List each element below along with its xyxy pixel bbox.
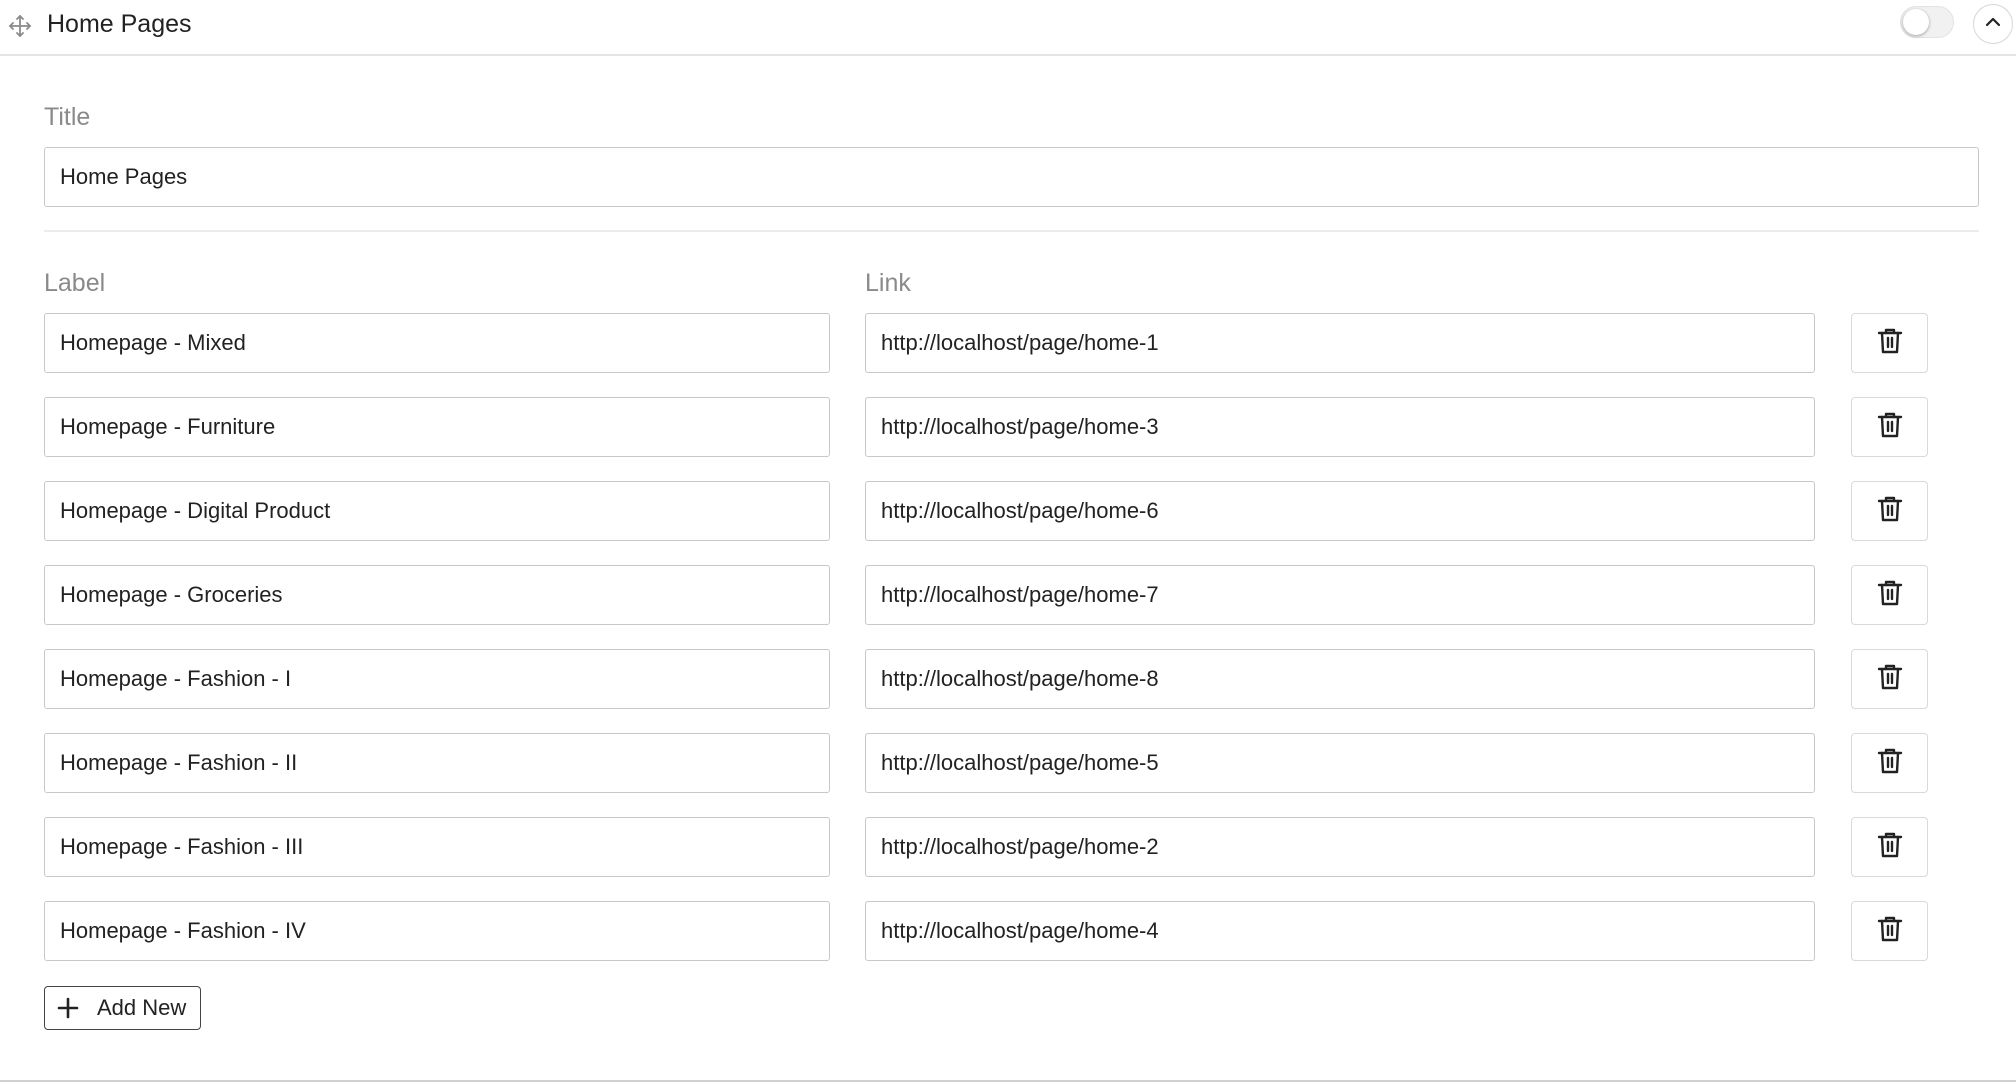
link-row — [0, 733, 2016, 793]
collapse-button[interactable] — [1973, 4, 2013, 44]
title-input[interactable] — [44, 147, 1979, 207]
label-input[interactable] — [44, 733, 830, 793]
delete-button[interactable] — [1851, 733, 1928, 793]
trash-icon — [1876, 578, 1904, 613]
link-input[interactable] — [865, 313, 1815, 373]
plus-icon — [56, 996, 80, 1020]
section-title: Home Pages — [47, 10, 192, 38]
link-input[interactable] — [865, 901, 1815, 961]
delete-button[interactable] — [1851, 397, 1928, 457]
title-label: Title — [44, 103, 91, 131]
delete-button[interactable] — [1851, 901, 1928, 961]
link-column-header: Link — [865, 269, 911, 297]
move-arrows-icon[interactable] — [8, 14, 32, 38]
label-input[interactable] — [44, 649, 830, 709]
enable-toggle[interactable] — [1900, 6, 1954, 38]
link-input[interactable] — [865, 733, 1815, 793]
add-new-button[interactable]: Add New — [44, 986, 201, 1030]
delete-button[interactable] — [1851, 481, 1928, 541]
link-row — [0, 565, 2016, 625]
trash-icon — [1876, 830, 1904, 865]
delete-button[interactable] — [1851, 649, 1928, 709]
label-input[interactable] — [44, 481, 830, 541]
label-input[interactable] — [44, 901, 830, 961]
link-input[interactable] — [865, 565, 1815, 625]
link-row — [0, 901, 2016, 961]
delete-button[interactable] — [1851, 565, 1928, 625]
link-row — [0, 649, 2016, 709]
section-header: Home Pages — [0, 0, 2016, 56]
chevron-up-icon — [1984, 13, 2002, 36]
delete-button[interactable] — [1851, 313, 1928, 373]
delete-button[interactable] — [1851, 817, 1928, 877]
link-input[interactable] — [865, 397, 1815, 457]
label-input[interactable] — [44, 565, 830, 625]
trash-icon — [1876, 410, 1904, 445]
bottom-border — [0, 1080, 2016, 1082]
label-column-header: Label — [44, 269, 106, 297]
label-input[interactable] — [44, 397, 830, 457]
link-input[interactable] — [865, 649, 1815, 709]
divider — [44, 230, 1979, 232]
label-input[interactable] — [44, 817, 830, 877]
trash-icon — [1876, 494, 1904, 529]
trash-icon — [1876, 746, 1904, 781]
trash-icon — [1876, 662, 1904, 697]
trash-icon — [1876, 914, 1904, 949]
add-new-label: Add New — [97, 995, 187, 1020]
link-row — [0, 397, 2016, 457]
link-row — [0, 817, 2016, 877]
link-input[interactable] — [865, 817, 1815, 877]
link-row — [0, 481, 2016, 541]
label-input[interactable] — [44, 313, 830, 373]
trash-icon — [1876, 326, 1904, 361]
toggle-knob — [1903, 9, 1929, 35]
link-row — [0, 313, 2016, 373]
link-input[interactable] — [865, 481, 1815, 541]
